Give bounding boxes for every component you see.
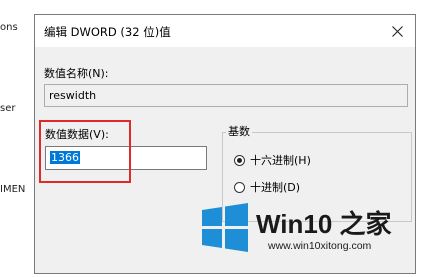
radio-decimal[interactable]: 十进制(D) (234, 179, 300, 195)
background-text-fragment: IMEN (0, 184, 26, 195)
dialog-titlebar[interactable]: 编辑 DWORD (32 位)值 (35, 15, 415, 47)
background-text-fragment: ser (0, 103, 16, 114)
radio-button-checked[interactable] (234, 154, 245, 166)
base-group-title: 基数 (226, 123, 252, 139)
close-button[interactable] (379, 15, 415, 47)
radio-hexadecimal-label: 十六进制(H) (250, 154, 311, 167)
value-name-text: reswidth (49, 89, 97, 102)
value-name-label: 数值名称(N): (44, 67, 109, 80)
value-name-field[interactable]: reswidth (44, 84, 408, 107)
win10-watermark: Win10 之家 www.win10xitong.com (198, 196, 424, 270)
background-window: ons ser IMEN (0, 0, 34, 277)
watermark-url: www.win10xitong.com (268, 240, 372, 252)
radio-hexadecimal[interactable]: 十六进制(H) (234, 152, 311, 168)
background-text-fragment: ons (0, 22, 18, 33)
radio-decimal-label: 十进制(D) (250, 181, 301, 194)
windows-logo-icon (202, 203, 248, 252)
dialog-title: 编辑 DWORD (32 位)值 (44, 25, 171, 39)
watermark-brand: Win10 之家 (256, 209, 392, 239)
close-icon (391, 25, 403, 37)
red-highlight-box (39, 120, 131, 183)
radio-button-unchecked[interactable] (234, 181, 245, 193)
